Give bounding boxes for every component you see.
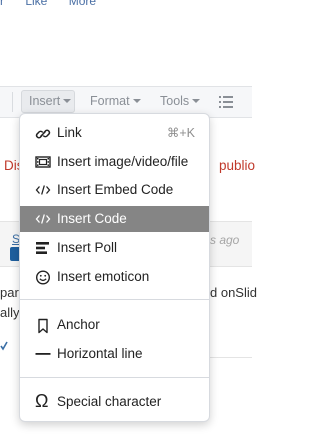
code-icon: [35, 212, 51, 226]
chevron-down-icon: [132, 99, 141, 103]
link-icon: [35, 126, 51, 140]
chevron-down-icon: [192, 99, 201, 103]
menu-item-label: Horizontal line: [57, 346, 143, 361]
insert-dropdown-menu: Link ⌘+K Insert image/video/file Insert …: [19, 113, 210, 422]
post-body-fragment: par: [0, 285, 19, 300]
poll-icon: [35, 241, 51, 255]
menu-item-link[interactable]: Link ⌘+K: [20, 120, 209, 146]
media-icon: [35, 155, 51, 169]
menu-item-label: Anchor: [57, 317, 100, 332]
embed-code-icon: [35, 183, 51, 197]
menu-item-insert-poll[interactable]: Insert Poll: [20, 235, 209, 261]
warning-text-tail: publio: [219, 158, 256, 173]
emoticon-icon: [35, 270, 51, 285]
post-body-fragment: ally: [0, 305, 20, 320]
checkmark-icon[interactable]: [0, 340, 8, 354]
bullet-list-icon[interactable]: [219, 96, 233, 108]
menu-divider: [20, 377, 209, 378]
tools-menu-button[interactable]: Tools: [160, 94, 201, 108]
menu-item-label: Insert image/video/file: [57, 154, 189, 169]
menu-item-label: Insert Code: [57, 211, 127, 226]
menu-item-label: Link: [57, 125, 82, 140]
menu-item-insert-embed-code[interactable]: Insert Embed Code: [20, 177, 209, 203]
menu-item-label: Insert Poll: [57, 240, 118, 255]
like-link[interactable]: Like: [25, 0, 47, 8]
chevron-down-icon: [63, 99, 72, 103]
menu-item-insert-emoticon[interactable]: Insert emoticon: [20, 264, 209, 290]
top-actions: r Like More: [0, 0, 114, 8]
menu-item-insert-media[interactable]: Insert image/video/file: [20, 149, 209, 175]
menu-divider: [20, 299, 209, 300]
menu-item-label: Special character: [57, 394, 162, 409]
menu-item-label: Insert Embed Code: [57, 182, 174, 197]
keyboard-shortcut: ⌘+K: [166, 126, 195, 140]
top-link-fragment[interactable]: r: [0, 0, 4, 8]
timestamp: s ago: [210, 233, 240, 247]
divider: [210, 357, 252, 358]
insert-menu-label[interactable]: Insert: [29, 94, 72, 108]
horizontal-line-icon: [35, 347, 51, 361]
omega-icon: Ω: [35, 391, 49, 411]
format-menu-button[interactable]: Format: [90, 94, 141, 108]
menu-item-insert-code[interactable]: Insert Code: [20, 206, 209, 232]
post-body-fragment: d onSlid: [210, 285, 257, 300]
menu-item-anchor[interactable]: Anchor: [20, 312, 209, 338]
bookmark-icon: [35, 318, 51, 334]
menu-item-label: Insert emoticon: [57, 269, 150, 284]
more-link[interactable]: More: [69, 0, 96, 8]
menu-item-special-character[interactable]: Ω Special character: [20, 389, 209, 415]
menu-item-horizontal-line[interactable]: Horizontal line: [20, 341, 209, 367]
toolbar-divider: [12, 92, 13, 112]
